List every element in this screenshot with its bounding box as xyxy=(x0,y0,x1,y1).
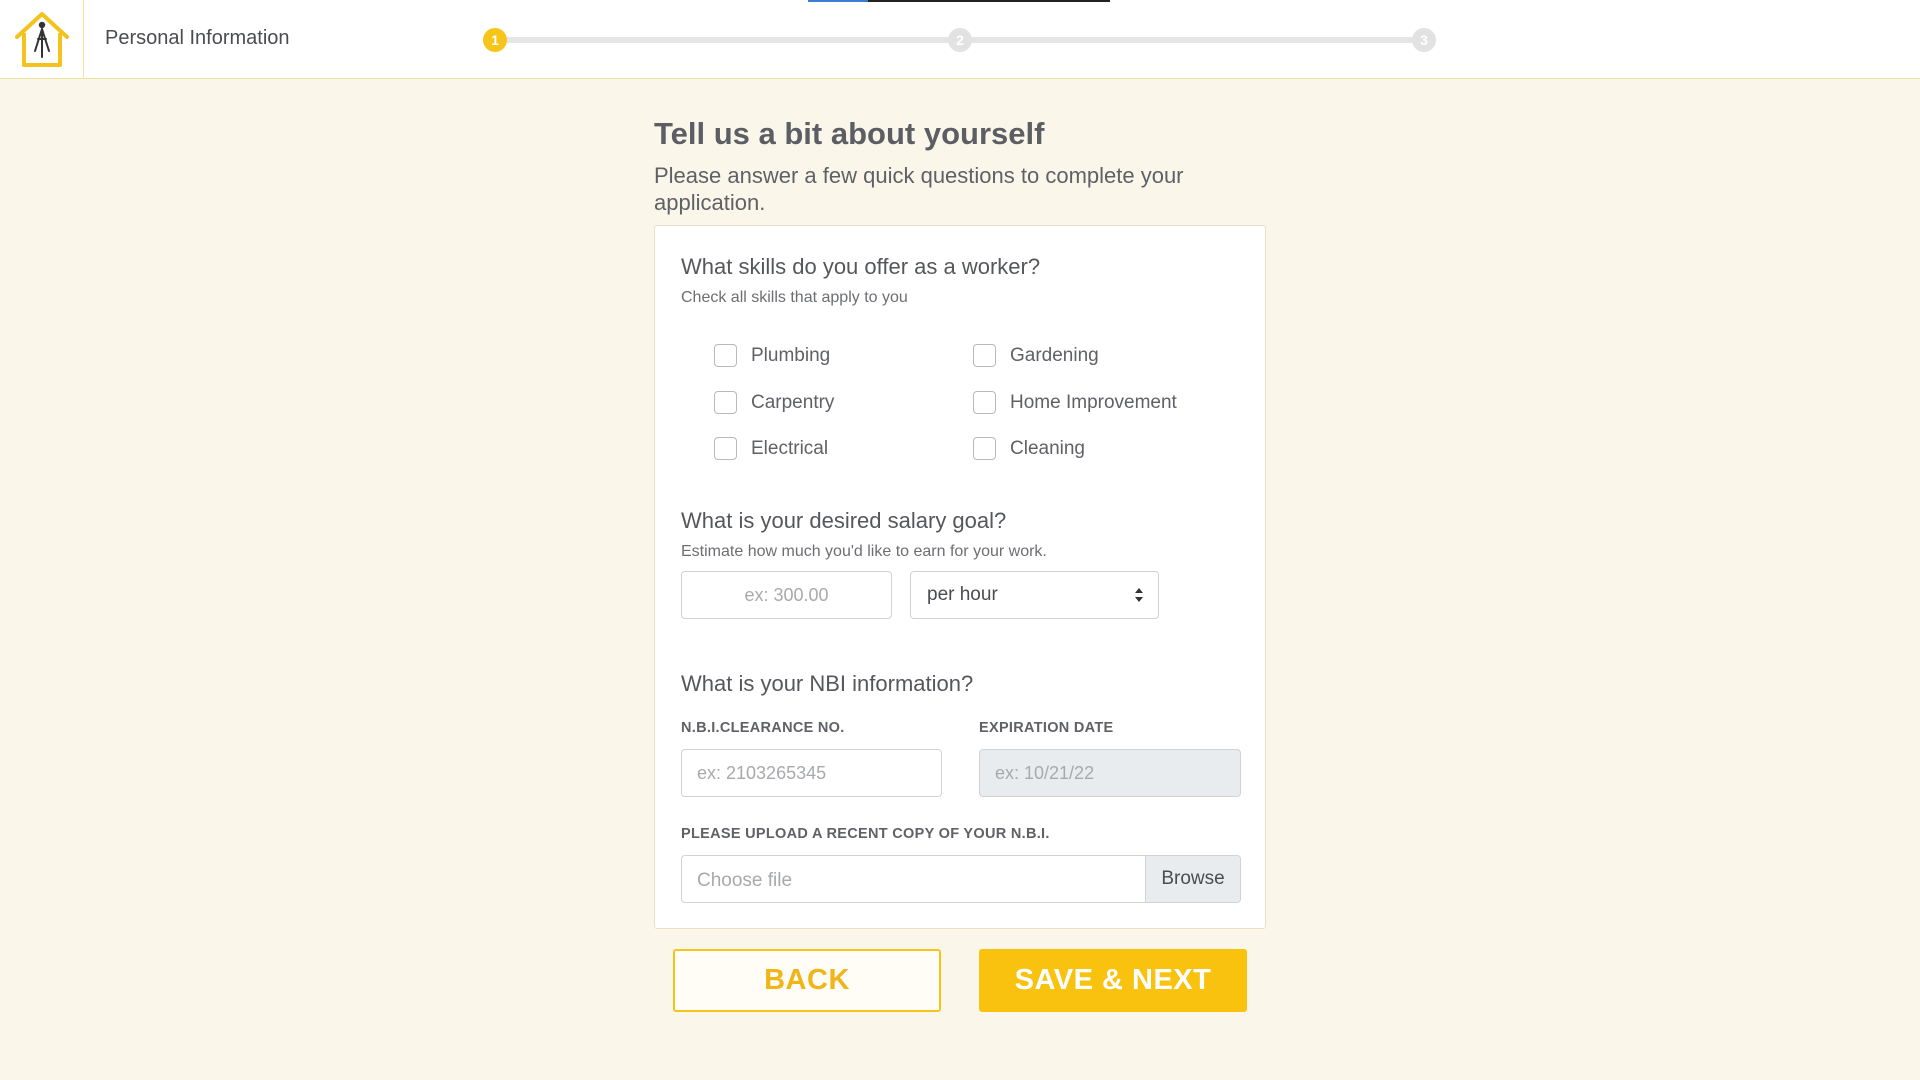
step-indicator-2[interactable]: 2 xyxy=(948,28,972,52)
progress-line-2 xyxy=(969,37,1417,43)
skill-checkbox-cleaning[interactable]: Cleaning xyxy=(973,437,1085,460)
skill-label: Cleaning xyxy=(1010,437,1085,459)
checkbox-icon[interactable] xyxy=(973,391,996,414)
skill-checkbox-electrical[interactable]: Electrical xyxy=(714,437,828,460)
skill-label: Electrical xyxy=(751,437,829,459)
skills-question: What skills do you offer as a worker? xyxy=(681,254,1041,279)
house-worker-logo-icon xyxy=(14,11,69,67)
salary-period-select[interactable]: per hour xyxy=(910,571,1159,619)
checkbox-icon[interactable] xyxy=(973,344,996,367)
salary-period-value: per hour xyxy=(927,584,998,605)
salary-amount-input[interactable]: ex: 300.00 xyxy=(681,571,892,619)
save-next-button[interactable]: SAVE & NEXT xyxy=(979,949,1247,1012)
skills-hint: Check all skills that apply to you xyxy=(681,289,908,306)
skill-label: Gardening xyxy=(1010,344,1099,366)
nbi-expiration-label: EXPIRATION DATE xyxy=(979,720,1114,736)
checkbox-icon[interactable] xyxy=(973,437,996,460)
logo[interactable] xyxy=(0,0,84,79)
nbi-question: What is your NBI information? xyxy=(681,671,974,696)
file-placeholder: Choose file xyxy=(697,870,793,891)
page-subtitle: Please answer a few quick questions to c… xyxy=(654,163,1184,215)
skill-checkbox-home-improvement[interactable]: Home Improvement xyxy=(973,391,1177,414)
step-indicator-1[interactable]: 1 xyxy=(483,28,507,52)
skill-label: Plumbing xyxy=(751,344,831,366)
top-scroll-indicator-thumb xyxy=(808,0,868,2)
skill-checkbox-carpentry[interactable]: Carpentry xyxy=(714,391,834,414)
salary-hint: Estimate how much you'd like to earn for… xyxy=(681,543,1047,560)
nbi-upload-label: PLEASE UPLOAD A RECENT COPY OF YOUR N.B.… xyxy=(681,826,1050,842)
salary-question: What is your desired salary goal? xyxy=(681,508,1007,533)
step-title: Personal Information xyxy=(105,27,290,49)
step-progress: 1 2 3 xyxy=(483,28,1436,52)
nbi-file-input[interactable]: Choose file Browse xyxy=(681,855,1241,903)
step-indicator-3[interactable]: 3 xyxy=(1412,28,1436,52)
checkbox-icon[interactable] xyxy=(714,437,737,460)
select-arrows-icon xyxy=(1135,588,1143,602)
application-form-card: What skills do you offer as a worker? Ch… xyxy=(654,225,1266,929)
checkbox-icon[interactable] xyxy=(714,344,737,367)
browse-button[interactable]: Browse xyxy=(1145,856,1240,902)
skill-label: Carpentry xyxy=(751,391,835,413)
skill-checkbox-plumbing[interactable]: Plumbing xyxy=(714,344,830,367)
nbi-clearance-label: N.B.I.CLEARANCE NO. xyxy=(681,720,845,736)
skill-checkbox-gardening[interactable]: Gardening xyxy=(973,344,1099,367)
progress-line-1 xyxy=(503,37,951,43)
nbi-expiration-input[interactable]: ex: 10/21/22 xyxy=(979,749,1241,797)
page-title: Tell us a bit about yourself xyxy=(654,116,1045,151)
skill-label: Home Improvement xyxy=(1010,391,1177,413)
checkbox-icon[interactable] xyxy=(714,391,737,414)
top-bar: Personal Information 1 2 3 xyxy=(0,0,1920,79)
back-button[interactable]: BACK xyxy=(673,949,941,1012)
nbi-clearance-input[interactable]: ex: 2103265345 xyxy=(681,749,942,797)
